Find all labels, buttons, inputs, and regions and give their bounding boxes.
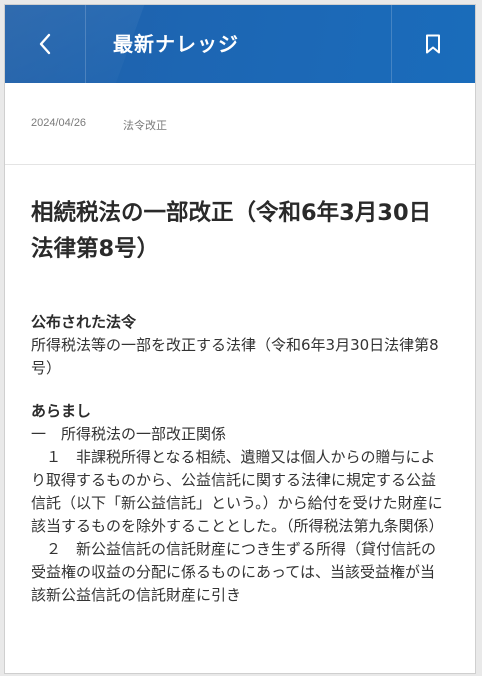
category-label: 法令改正 (123, 120, 167, 132)
publish-date: 2024/04/26 (31, 117, 87, 129)
bookmark-button[interactable] (391, 5, 475, 83)
back-button[interactable] (5, 5, 85, 83)
app-header: 最新ナレッジ (5, 5, 475, 83)
summary-heading: あらまし (31, 402, 92, 420)
promulgated-heading: 公布された法令 (31, 313, 137, 331)
app-window: 最新ナレッジ 2024/04/26 法令改正 相続税法の一部改正（令和6年3月3… (4, 4, 476, 674)
article-body: 相続税法の一部改正（令和6年3月30日法律第8号） 公布された法令 所得税法等の… (5, 165, 475, 607)
summary-line: 一 所得税法の一部改正関係 (31, 425, 227, 443)
bookmark-icon (426, 34, 440, 54)
summary-line: １ 非課税所得となる相続、遺贈又は個人からの贈与により取得するものから、公益信託… (31, 448, 444, 535)
summary-line: ２ 新公益信託の信託財産につき生ずる所得（貸付信託の受益権の収益の分配に係るもの… (31, 540, 437, 604)
chevron-left-icon (39, 33, 51, 55)
header-divider (85, 5, 86, 83)
article-headline: 相続税法の一部改正（令和6年3月30日法律第8号） (31, 200, 432, 262)
page-title: 最新ナレッジ (113, 32, 239, 56)
article-meta: 2024/04/26 法令改正 (5, 83, 475, 165)
promulgated-text: 所得税法等の一部を改正する法律（令和6年3月30日法律第8号） (31, 336, 439, 377)
